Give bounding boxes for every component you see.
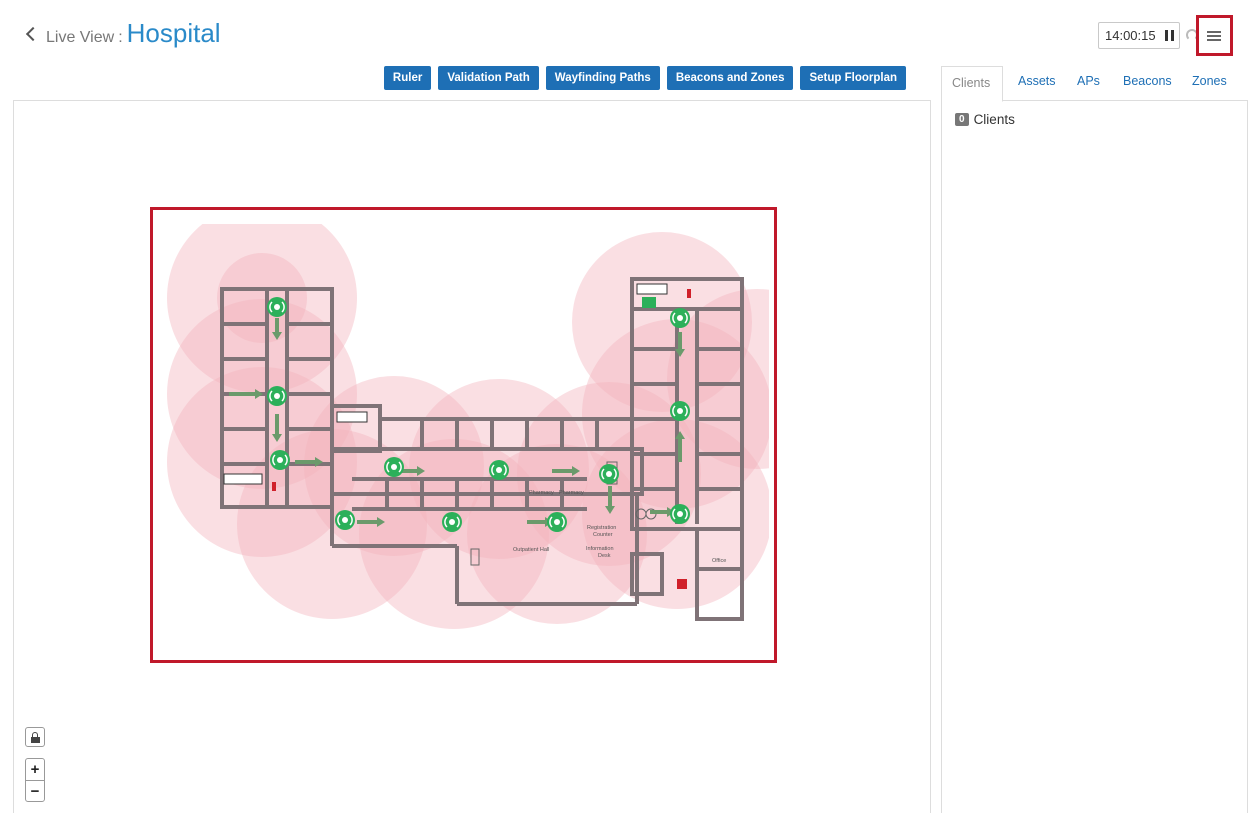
tab-assets[interactable]: Assets bbox=[1018, 74, 1056, 88]
tab-aps[interactable]: APs bbox=[1077, 74, 1100, 88]
page-title: Hospital bbox=[126, 18, 221, 48]
tab-zones[interactable]: Zones bbox=[1192, 74, 1227, 88]
wayfinding-paths-button[interactable]: Wayfinding Paths bbox=[545, 66, 660, 90]
pause-icon[interactable] bbox=[1164, 30, 1174, 41]
clients-count-label: Clients bbox=[973, 112, 1015, 127]
side-tabs: Clients Assets APs Beacons Zones bbox=[941, 66, 1248, 102]
floorplan-map[interactable]: Pharmacy Pharmacy Registration Counter I… bbox=[167, 224, 769, 642]
back-link[interactable]: Live View : Hospital bbox=[25, 18, 221, 49]
clients-list: 0 Clients bbox=[941, 101, 1248, 813]
time-display[interactable]: 14:00:15 bbox=[1098, 22, 1180, 49]
settings-button[interactable] bbox=[1196, 15, 1233, 56]
label-office: Office bbox=[712, 558, 726, 564]
label-pharmacy-1: Pharmacy bbox=[529, 490, 554, 496]
label-desk: Desk bbox=[598, 553, 611, 559]
clients-count-row: 0 Clients bbox=[955, 112, 1015, 127]
side-panel: Clients Assets APs Beacons Zones 0 Clien… bbox=[941, 66, 1248, 813]
label-outpatient-hall: Outpatient Hall bbox=[513, 547, 549, 553]
map-lock-button[interactable] bbox=[25, 727, 45, 747]
map-panel[interactable]: Pharmacy Pharmacy Registration Counter I… bbox=[13, 100, 931, 813]
title-separator: : bbox=[118, 29, 123, 46]
tab-clients[interactable]: Clients bbox=[941, 66, 1003, 102]
zoom-out-button[interactable]: − bbox=[26, 780, 44, 801]
current-time: 14:00:15 bbox=[1105, 28, 1156, 43]
tab-beacons[interactable]: Beacons bbox=[1123, 74, 1172, 88]
label-counter: Counter bbox=[593, 532, 613, 538]
sliders-icon bbox=[1207, 30, 1221, 42]
zoom-in-button[interactable]: + bbox=[26, 759, 44, 780]
clients-count-badge: 0 bbox=[955, 113, 969, 126]
label-registration: Registration bbox=[587, 525, 616, 531]
page-header: Live View : Hospital 14:00:15 bbox=[0, 0, 1248, 62]
zoom-controls: + − bbox=[25, 758, 45, 802]
label-pharmacy-2: Pharmacy bbox=[559, 490, 584, 496]
toolbar: Ruler Validation Path Wayfinding Paths B… bbox=[383, 66, 906, 90]
ruler-button[interactable]: Ruler bbox=[383, 66, 432, 90]
beacons-and-zones-button[interactable]: Beacons and Zones bbox=[666, 66, 794, 90]
chevron-left-icon bbox=[25, 26, 41, 42]
setup-floorplan-button[interactable]: Setup Floorplan bbox=[800, 66, 906, 90]
validation-path-button[interactable]: Validation Path bbox=[438, 66, 539, 90]
label-information: Information bbox=[586, 546, 614, 552]
back-prefix: Live View bbox=[46, 29, 115, 46]
